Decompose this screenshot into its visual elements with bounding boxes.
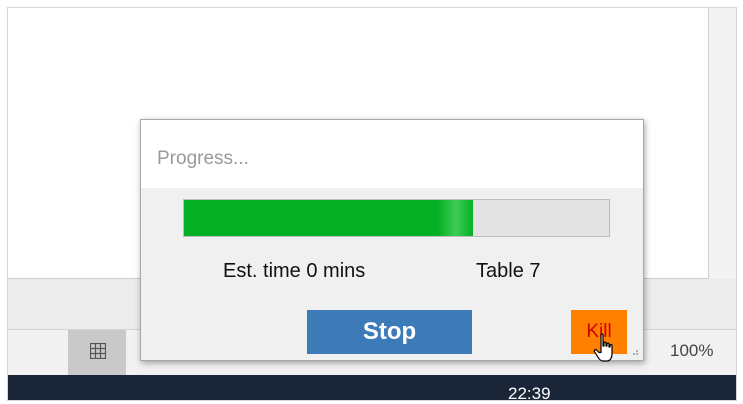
hand-pointer-icon (593, 333, 613, 362)
normal-view-button[interactable] (68, 330, 126, 375)
progress-bar-fill (184, 200, 473, 236)
current-table-label: Table 7 (476, 260, 541, 282)
progress-dialog: Progress... Est. time 0 mins Table 7 Sto… (140, 119, 644, 361)
zoom-level[interactable]: 100% (670, 341, 713, 361)
taskbar-clock[interactable]: 22:39 (508, 384, 551, 400)
stop-button[interactable]: Stop (307, 310, 472, 354)
dialog-title: Progress... (157, 148, 249, 169)
vertical-scrollbar[interactable] (709, 8, 736, 278)
resize-grip-icon[interactable] (631, 348, 639, 356)
estimated-time-label: Est. time 0 mins (223, 260, 366, 282)
progress-bar (183, 199, 610, 237)
grid-icon (90, 343, 106, 359)
taskbar: 22:39 (8, 375, 736, 400)
dialog-title-bar: Progress... (141, 120, 643, 188)
app-window: 100% 22:39 Progress... Est. time 0 mins … (8, 8, 736, 400)
